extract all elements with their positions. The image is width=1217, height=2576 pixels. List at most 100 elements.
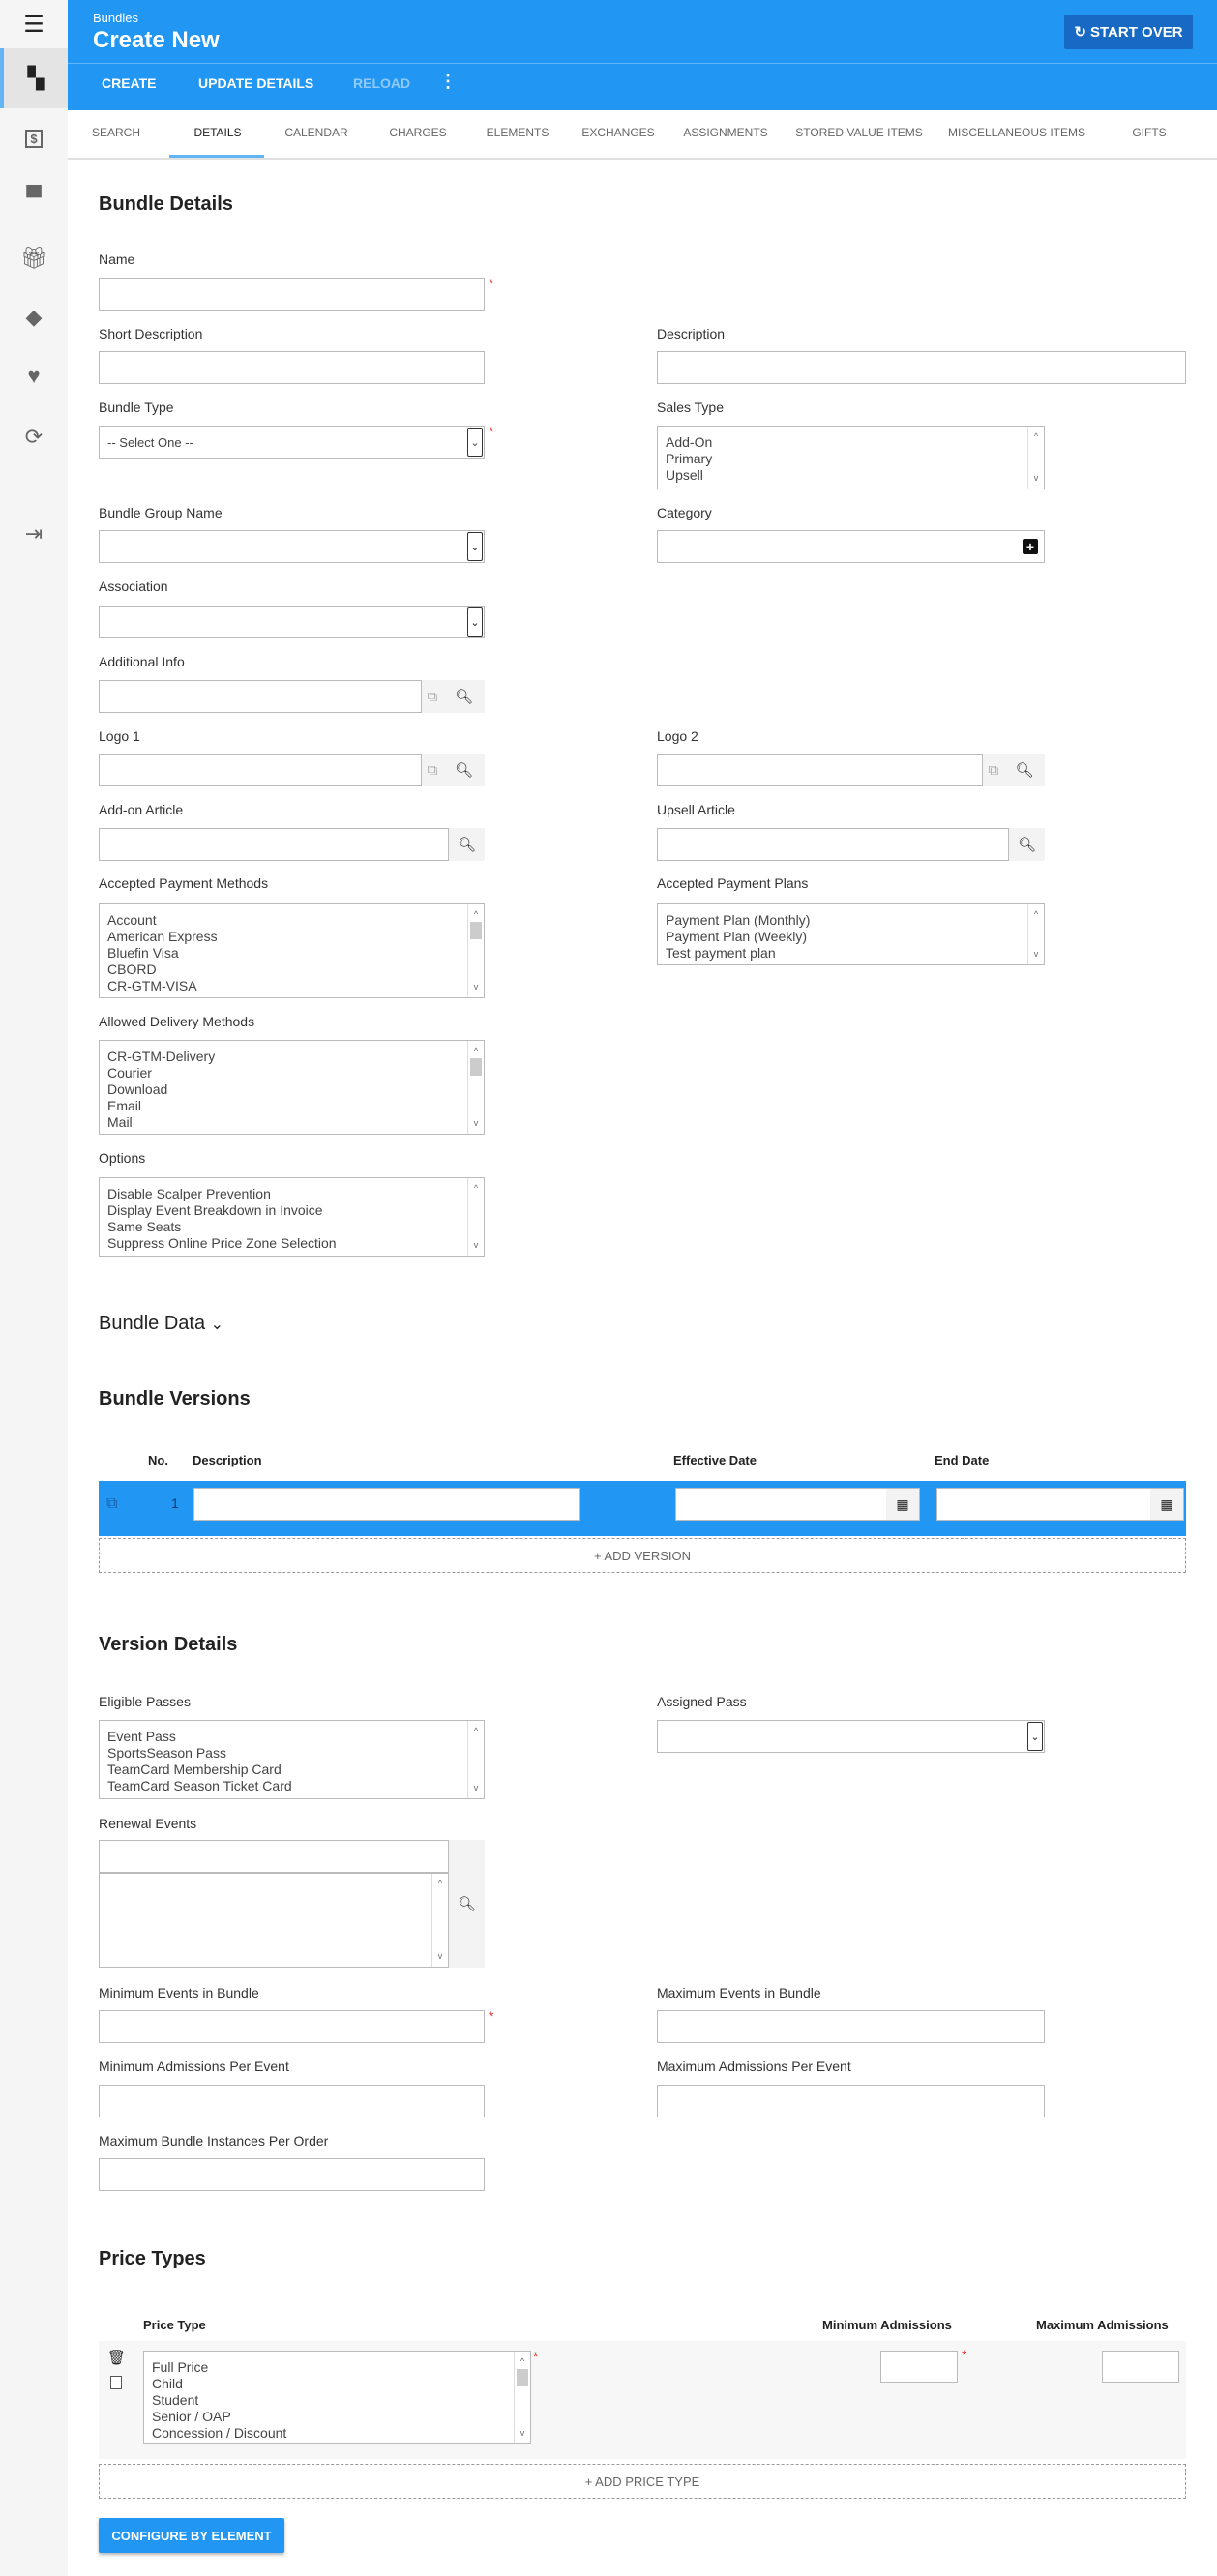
upsell-article-input[interactable] — [657, 828, 1009, 861]
list-option[interactable]: Email — [107, 1098, 484, 1114]
list-option[interactable]: Senior / OAP — [152, 2409, 530, 2425]
version-description-input[interactable] — [193, 1488, 580, 1521]
open-external-icon[interactable]: ⧉ — [422, 754, 443, 786]
list-option[interactable]: Disable Scalper Prevention — [107, 1186, 484, 1202]
bundle-data-toggle[interactable]: Bundle Data ⌄ — [99, 1313, 223, 1335]
effective-date-input[interactable]: ▦ — [675, 1488, 920, 1521]
tag-icon[interactable]: ◆ — [0, 290, 68, 344]
search-icon[interactable]: 🔍︎ — [443, 754, 485, 786]
add-version-button[interactable]: + ADD VERSION — [99, 1538, 1186, 1573]
renewal-events-list[interactable]: ^ v — [99, 1873, 449, 1968]
search-icon[interactable]: 🔍︎ — [449, 828, 485, 861]
max-events-input[interactable] — [657, 2010, 1045, 2043]
logo1-input[interactable] — [99, 754, 422, 786]
calendar-icon[interactable]: ▦ — [1150, 1489, 1183, 1520]
delete-icon[interactable]: 🗑︎ — [107, 2349, 126, 2366]
renewal-events-input[interactable] — [99, 1840, 449, 1873]
options-list[interactable]: Disable Scalper Prevention Display Event … — [99, 1177, 485, 1257]
category-input[interactable]: + — [657, 530, 1045, 563]
create-button[interactable]: CREATE — [102, 75, 157, 91]
search-icon[interactable]: 🔍︎ — [1009, 828, 1045, 861]
list-option[interactable]: Account — [107, 912, 484, 929]
max-admissions-input[interactable] — [1102, 2351, 1179, 2383]
start-over-button[interactable]: ↻ START OVER — [1064, 15, 1193, 49]
open-external-icon[interactable]: ⧉ — [983, 754, 1004, 786]
tab-details[interactable]: DETAILS — [193, 126, 241, 139]
tag-heart-icon[interactable]: ♥ — [0, 349, 68, 403]
select-checkbox[interactable] — [110, 2376, 122, 2389]
addon-article-input[interactable] — [99, 828, 449, 861]
list-option[interactable]: Upsell — [666, 467, 1044, 484]
list-option[interactable]: Full Price — [152, 2359, 530, 2376]
tab-assignments[interactable]: ASSIGNMENTS — [683, 126, 767, 139]
tab-charges[interactable]: CHARGES — [389, 126, 446, 139]
bundle-type-select[interactable]: -- Select One -- ⌄ — [99, 426, 485, 459]
copy-icon[interactable]: ⧉ — [106, 1495, 117, 1513]
bundles-icon[interactable]: ▚ — [0, 48, 68, 108]
list-option[interactable]: Payment Plan (Weekly) — [666, 929, 1044, 945]
short-description-input[interactable] — [99, 351, 485, 384]
end-date-input[interactable]: ▦ — [936, 1488, 1184, 1521]
bundle-group-name-select[interactable]: ⌄ — [99, 530, 485, 563]
add-icon[interactable]: + — [1023, 539, 1038, 554]
list-option[interactable]: Display Event Breakdown in Invoice — [107, 1202, 484, 1219]
reload-button[interactable]: RELOAD — [353, 75, 410, 91]
list-option[interactable]: Student — [152, 2392, 530, 2409]
delivery-methods-list[interactable]: CR-GTM-DeliveryCourierDownloadEmailMailP… — [99, 1040, 485, 1135]
scrollbar[interactable]: ^ v — [1027, 904, 1044, 964]
list-option[interactable]: Bluefin Visa — [107, 945, 484, 962]
price-type-list[interactable]: Full Price Child Student Senior / OAP Conces… — [143, 2351, 531, 2444]
tab-search[interactable]: SEARCH — [92, 126, 140, 139]
scrollbar[interactable]: ^ v — [467, 1041, 484, 1134]
sales-type-list[interactable]: Add-On Primary Upsell ^ v — [657, 426, 1045, 489]
scrollbar[interactable]: ^ v — [514, 2352, 530, 2443]
max-instances-input[interactable] — [99, 2158, 485, 2191]
max-admissions-input[interactable] — [657, 2085, 1045, 2117]
list-option[interactable]: Event Pass — [107, 1729, 484, 1745]
min-events-input[interactable] — [99, 2010, 485, 2043]
sign-in-icon[interactable]: ⇥ — [0, 507, 68, 561]
association-select[interactable]: ⌄ — [99, 606, 485, 638]
list-option[interactable]: Same Seats — [107, 1219, 484, 1235]
tab-stored-value-items[interactable]: STORED VALUE ITEMS — [795, 126, 923, 139]
version-row[interactable]: ⧉ 1 ▦ ▦ — [99, 1481, 1186, 1536]
add-price-type-button[interactable]: + ADD PRICE TYPE — [99, 2464, 1186, 2499]
list-option[interactable]: SportsSeason Pass — [107, 1745, 484, 1762]
tab-exchanges[interactable]: EXCHANGES — [581, 126, 654, 139]
more-options-icon[interactable]: ⋮ — [439, 72, 457, 92]
tab-miscellaneous-items[interactable]: MISCELLANEOUS ITEMS — [948, 126, 1085, 139]
open-external-icon[interactable]: ⧉ — [422, 680, 443, 713]
list-option[interactable]: Child — [152, 2376, 530, 2392]
tab-calendar[interactable]: CALENDAR — [284, 126, 347, 139]
list-option[interactable]: Concession / Discount — [152, 2425, 530, 2442]
name-input[interactable] — [99, 278, 485, 311]
description-input[interactable] — [657, 351, 1186, 384]
scrollbar[interactable]: ^ v — [467, 904, 484, 997]
scrollbar[interactable]: ^ v — [1027, 427, 1044, 489]
list-option[interactable]: Pick Up Later — [107, 1131, 484, 1134]
configure-by-element-button[interactable]: CONFIGURE BY ELEMENT — [99, 2518, 284, 2553]
list-option[interactable]: Courier — [107, 1065, 484, 1081]
list-option[interactable]: CR-GTM-Delivery — [107, 1049, 484, 1065]
list-option[interactable]: CR-GTM-VISA — [107, 978, 484, 994]
menu-icon[interactable]: ☰ — [0, 0, 68, 48]
payment-methods-list[interactable]: Account American Express Bluefin Visa CBORD… — [99, 903, 485, 998]
list-option[interactable]: TeamCard Season Ticket Card — [107, 1778, 484, 1794]
search-icon[interactable]: 🔍︎ — [449, 1840, 485, 1968]
search-icon[interactable]: 🔍︎ — [443, 680, 485, 713]
list-option[interactable]: Payment Plan (Monthly) — [666, 912, 1044, 929]
dollar-icon[interactable]: $ — [0, 111, 68, 165]
list-option[interactable]: Cash — [107, 994, 484, 997]
list-option[interactable]: American Express — [107, 929, 484, 945]
list-option[interactable]: Add-On — [666, 434, 1044, 451]
list-option[interactable]: Suppress Online Price Zone Selection — [107, 1235, 484, 1252]
list-option[interactable]: Mail — [107, 1114, 484, 1131]
scrollbar[interactable]: ^ v — [467, 1721, 484, 1798]
list-option[interactable]: Download — [107, 1081, 484, 1098]
currency-refresh-icon[interactable]: ⟳ — [0, 410, 68, 464]
update-details-button[interactable]: UPDATE DETAILS — [198, 75, 313, 91]
tab-gifts[interactable]: GIFTS — [1132, 126, 1166, 139]
list-option[interactable]: TeamCard Membership Card — [107, 1762, 484, 1778]
scrollbar[interactable]: ^ v — [467, 1178, 484, 1256]
list-option[interactable]: Primary — [666, 451, 1044, 467]
